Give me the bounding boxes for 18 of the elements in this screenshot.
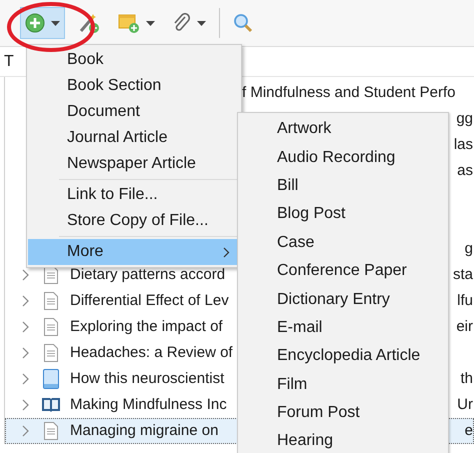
item-title: Exploring the impact of bbox=[70, 316, 223, 337]
item-title: Ur bbox=[457, 394, 474, 415]
item-title: Differential Effect of Lev bbox=[70, 290, 229, 311]
item-title: lfu bbox=[457, 290, 474, 311]
item-title: g bbox=[464, 238, 474, 259]
item-title: e bbox=[464, 420, 474, 441]
item-title: sta bbox=[452, 264, 474, 285]
item-title: How this neuroscientist bbox=[70, 368, 224, 389]
item-title: las bbox=[454, 134, 474, 155]
item-title: as bbox=[457, 160, 474, 181]
item-title: eir bbox=[456, 316, 474, 337]
item-title: Dietary patterns accord bbox=[70, 264, 226, 285]
item-title: Headaches: a Review of bbox=[70, 342, 233, 363]
item-title: Making Mindfulness Inc bbox=[70, 394, 227, 415]
item-title: Managing migraine on bbox=[70, 420, 218, 441]
item-title: gg bbox=[456, 108, 474, 129]
item-title: th bbox=[460, 368, 474, 389]
item-title: f Mindfulness and Student Perfo bbox=[242, 82, 456, 103]
